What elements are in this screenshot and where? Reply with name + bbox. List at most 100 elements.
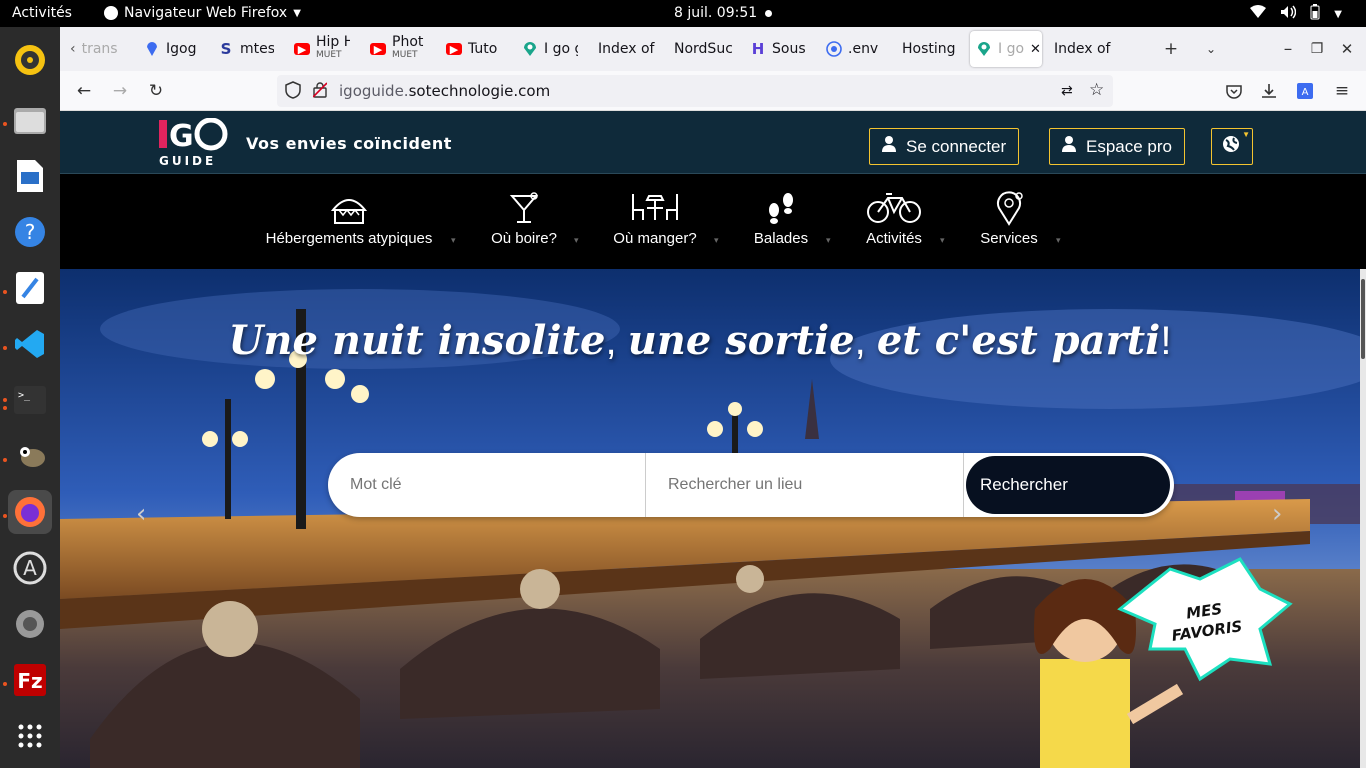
tab-label: I go g (544, 41, 578, 57)
firefox-dock-icon[interactable] (8, 490, 52, 534)
minimize-icon[interactable]: – (1276, 37, 1300, 61)
close-window-icon[interactable]: ✕ (1335, 37, 1359, 61)
dock: ? >_ A Fz (0, 27, 60, 768)
tab-label: Tuto (468, 41, 498, 57)
menu-item-ou-manger[interactable]: Où manger? (609, 190, 701, 247)
system-top-bar: Activités Navigateur Web Firefox ▼ 8 jui… (0, 0, 1366, 27)
tab-5[interactable]: ▶ Tuto (446, 31, 502, 67)
tab-3[interactable]: ▶ Hip H MUET (294, 31, 350, 67)
new-tab-icon[interactable]: + (1159, 37, 1183, 61)
keyword-input[interactable] (328, 453, 644, 517)
footprints-icon (743, 190, 819, 226)
svg-text:GUIDE: GUIDE (159, 154, 216, 168)
rhythmbox-icon[interactable] (8, 38, 52, 82)
youtube-icon: ▶ (446, 43, 462, 56)
svg-text:A: A (23, 556, 37, 580)
tab-label: Index of (598, 41, 655, 57)
carousel-next-icon[interactable]: › (1272, 499, 1282, 529)
hero-title-end: ! (1160, 319, 1172, 363)
page-scrollbar[interactable] (1360, 269, 1366, 768)
tab-8[interactable]: NordSuc (674, 31, 732, 67)
text-editor-icon[interactable] (8, 266, 52, 310)
app-grid-icon[interactable] (8, 714, 52, 758)
gimp-icon[interactable] (8, 434, 52, 478)
h-logo-icon: H (751, 40, 765, 58)
settings-icon[interactable] (8, 602, 52, 646)
bookmark-star-icon[interactable]: ☆ (1089, 80, 1104, 100)
translate-extension-icon[interactable]: A (1293, 79, 1317, 103)
cocktail-icon (484, 190, 564, 226)
menu-item-activites[interactable]: Activités (860, 190, 928, 247)
carousel-prev-icon[interactable]: ‹ (136, 499, 146, 529)
list-all-tabs-icon[interactable]: ⌄ (1199, 37, 1223, 61)
tab-9[interactable]: H Sous (750, 31, 806, 67)
hamburger-menu-icon[interactable]: ≡ (1330, 79, 1354, 103)
hero-title-part: Une nuit insolite (228, 317, 606, 364)
dropdown-caret-icon: ▾ (574, 236, 579, 246)
hero-title: Une nuit insolite, une sortie, et c'est … (60, 317, 1340, 364)
terminal-icon[interactable]: >_ (8, 378, 52, 422)
activities-button[interactable]: Activités (12, 5, 72, 21)
tab-13[interactable]: Index of › (1054, 31, 1134, 67)
reload-icon[interactable]: ↻ (144, 79, 168, 103)
tab-label: I go (998, 41, 1025, 57)
clock[interactable]: 8 juil. 09:51 (674, 5, 757, 21)
running-indicator (3, 122, 7, 126)
dropdown-caret-icon: ▾ (714, 236, 719, 246)
pro-space-label: Espace pro (1086, 136, 1172, 156)
forward-icon[interactable]: → (108, 79, 132, 103)
system-tray[interactable]: ▼ (1250, 4, 1342, 24)
tab-2[interactable]: S mtes (218, 31, 274, 67)
tab-4[interactable]: ▶ Phot MUET (370, 31, 426, 67)
writer-icon[interactable] (8, 154, 52, 198)
igo-guide-logo[interactable]: G GUIDE (157, 117, 229, 168)
menu-item-balades[interactable]: Balades (743, 190, 819, 247)
menu-item-services[interactable]: Services (974, 190, 1044, 247)
youtube-icon: ▶ (370, 43, 386, 56)
scrollbar-thumb[interactable] (1361, 279, 1365, 359)
shield-icon[interactable] (285, 81, 301, 103)
volume-icon (1280, 5, 1297, 23)
tab-11[interactable]: Hosting (902, 31, 960, 67)
login-button[interactable]: Se connecter (869, 128, 1020, 165)
site-header: G GUIDE Vos envies coïncident Se connect… (60, 111, 1366, 174)
globe-icon (1222, 135, 1240, 158)
running-indicator (3, 398, 7, 402)
software-center-icon[interactable]: A (8, 546, 52, 590)
tab-0[interactable]: ‹ trans (70, 31, 122, 67)
cabin-icon (263, 190, 435, 226)
tab-1[interactable]: Igog (144, 31, 200, 67)
help-icon[interactable]: ? (8, 210, 52, 254)
tab-10[interactable]: .env (826, 31, 882, 67)
back-icon[interactable]: ← (72, 79, 96, 103)
url-bar[interactable]: igoguide.sotechnologie.com ⇄ ☆ (277, 75, 1113, 107)
files-icon[interactable] (8, 98, 52, 142)
place-input[interactable] (646, 453, 962, 517)
filezilla-icon[interactable]: Fz (8, 658, 52, 702)
nav-bar: ← → ↻ igoguide.sotechnologie.com ⇄ ☆ A ≡ (60, 71, 1366, 111)
vscode-icon[interactable] (8, 322, 52, 366)
dining-table-icon (609, 190, 701, 226)
tab-6[interactable]: I go g (522, 31, 578, 67)
tab-label: Phot (392, 34, 424, 50)
translate-icon[interactable]: ⇄ (1061, 83, 1073, 99)
insecure-lock-icon[interactable] (312, 82, 328, 102)
tab-label: mtes (240, 41, 274, 57)
chevron-left-icon: ‹ (70, 41, 76, 57)
pro-space-button[interactable]: Espace pro (1049, 128, 1185, 165)
app-menu[interactable]: Navigateur Web Firefox ▼ (104, 5, 301, 21)
s-logo-icon: S (220, 40, 232, 58)
tab-7[interactable]: Index of (598, 31, 656, 67)
language-selector[interactable]: ▼ (1211, 128, 1253, 165)
downloads-icon[interactable] (1257, 79, 1281, 103)
close-tab-icon[interactable]: ✕ (1030, 42, 1041, 57)
svg-text:G: G (169, 119, 194, 154)
dropdown-caret-icon: ▾ (940, 236, 945, 246)
search-button[interactable]: Rechercher (966, 456, 1170, 514)
maximize-icon[interactable]: ❐ (1305, 37, 1329, 61)
menu-item-ou-boire[interactable]: Où boire? (484, 190, 564, 247)
pocket-icon[interactable] (1222, 79, 1246, 103)
menu-item-hebergements[interactable]: Hébergements atypiques (263, 190, 435, 247)
dropdown-caret-icon: ▾ (451, 236, 456, 246)
tab-active[interactable]: I go ✕ (970, 31, 1042, 67)
